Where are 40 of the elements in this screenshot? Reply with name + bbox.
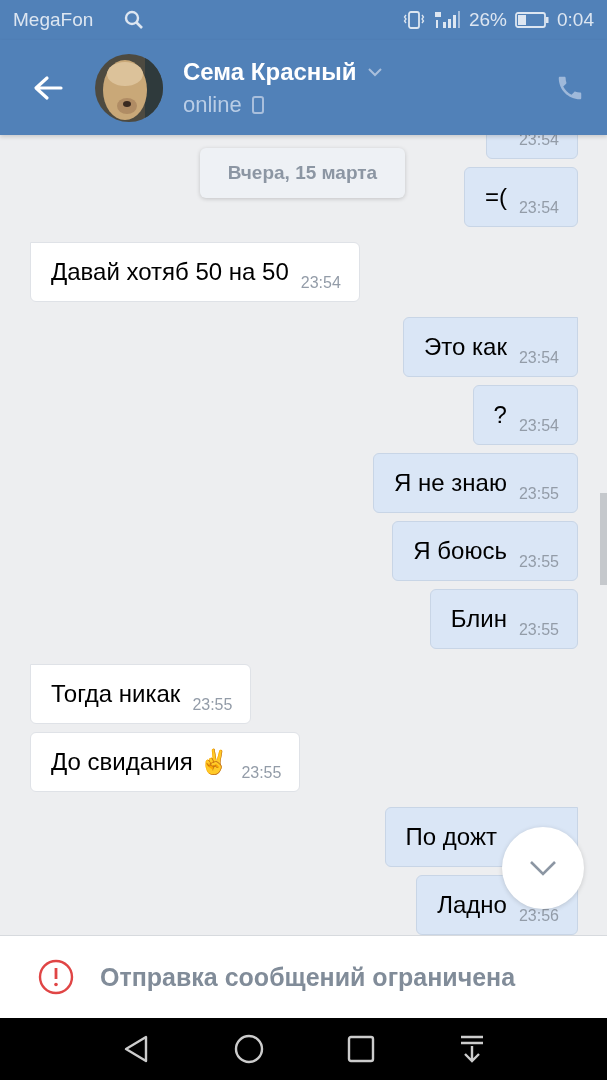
message-time: 23:55 [241, 764, 282, 782]
carrier-name: MegaFon [13, 9, 94, 31]
message-text: По дожт [405, 823, 497, 851]
notifications-icon[interactable] [459, 1034, 486, 1064]
message-text: Я боюсь [413, 537, 507, 565]
message-text: Ладно [437, 891, 507, 919]
message-text: Блин [450, 605, 507, 633]
chevron-down-icon[interactable] [366, 66, 383, 77]
recent-apps-icon[interactable] [347, 1035, 376, 1063]
message-text: =( [484, 183, 507, 211]
signal-icon [433, 9, 461, 31]
message-time: 23:56 [518, 907, 559, 925]
message-time: 23:54 [518, 349, 559, 367]
chevron-down-icon [528, 859, 558, 877]
message-text: ? [493, 401, 507, 429]
date-chip: Вчера, 15 марта [200, 148, 405, 198]
message-time: 23:55 [518, 553, 559, 571]
phone-device-icon [251, 95, 264, 114]
message-text: Тогда никак [51, 680, 181, 708]
message-text: До свидания ✌ [51, 748, 230, 776]
scrollbar[interactable] [600, 493, 607, 585]
online-status: online [183, 91, 242, 118]
back-arrow-icon[interactable] [33, 74, 63, 101]
message-text: Давай хотяб 50 на 50 [51, 258, 289, 286]
message-time: 23:54 [300, 274, 341, 292]
restriction-notice: Отправка сообщений ограничена [100, 962, 516, 992]
home-icon[interactable] [233, 1034, 264, 1064]
warning-icon [38, 959, 74, 995]
message-time: 23:55 [518, 621, 559, 639]
contact-name[interactable]: Сема Красный [183, 57, 357, 86]
message-time: 23:55 [518, 485, 559, 503]
message-text: Это как [424, 333, 507, 361]
clock: 0:04 [557, 9, 594, 31]
message-time: 23:54 [518, 417, 559, 435]
vibrate-icon [403, 9, 425, 31]
battery-icon [515, 11, 549, 29]
battery-percentage: 26% [469, 9, 507, 31]
message-time: 23:54 [518, 199, 559, 217]
message-text: Я не знаю [394, 469, 507, 497]
message-time: 23:55 [192, 696, 233, 714]
